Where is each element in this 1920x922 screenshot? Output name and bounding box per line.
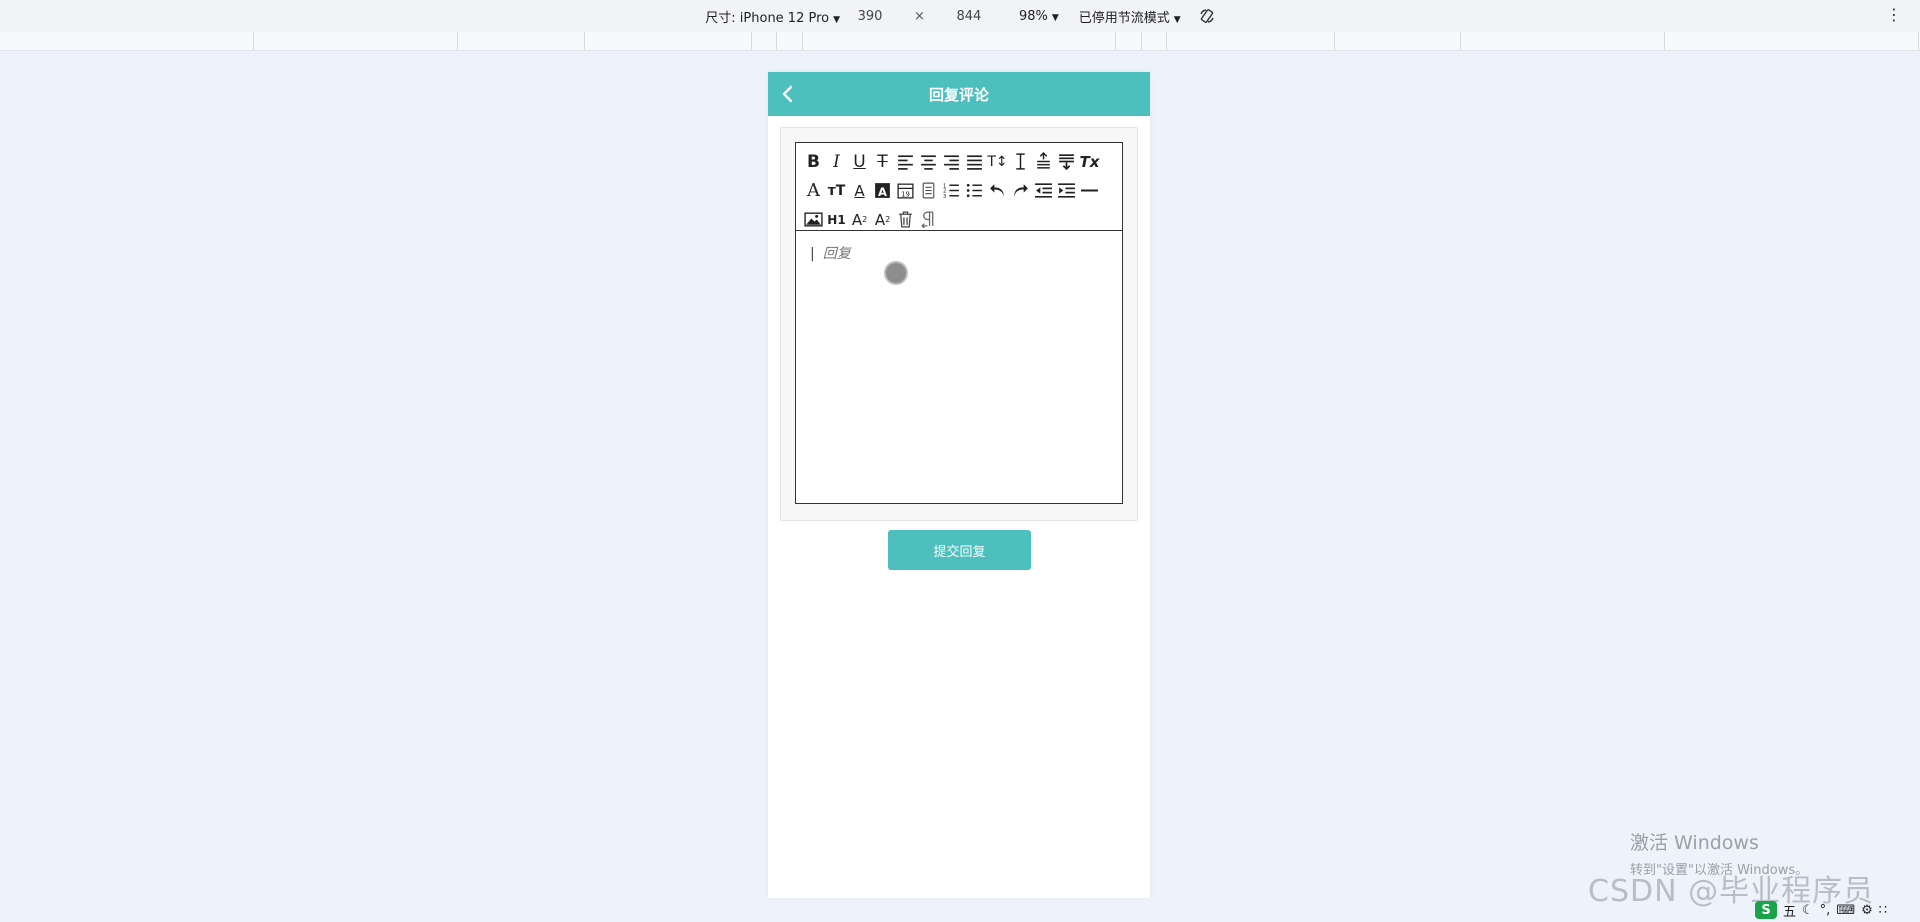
editor-content[interactable]: | 回复 — [796, 231, 1122, 495]
redo-icon[interactable] — [1009, 179, 1032, 203]
keyboard-icon[interactable]: ⌨ — [1836, 903, 1855, 918]
devtools-device-toolbar: 尺寸: iPhone 12 Pro ▼ 390 × 844 98% ▼ 已停用节流模… — [0, 0, 1920, 33]
media-tick — [1166, 32, 1167, 50]
align-center-icon[interactable] — [917, 150, 940, 174]
align-justify-icon[interactable] — [963, 150, 986, 174]
toolbar-row: B I U T T↕ Tx — [802, 147, 1116, 176]
ime-mode[interactable]: 五 — [1783, 901, 1796, 920]
media-tick — [253, 32, 254, 50]
media-tick — [1664, 32, 1665, 50]
subscript-icon[interactable]: A2 — [848, 208, 871, 232]
heading-icon[interactable]: H1 — [825, 208, 848, 232]
media-tick — [1918, 32, 1919, 50]
rich-text-editor: B I U T T↕ Tx A тT A A 19 1 2 3 H1 A 2 A… — [795, 142, 1123, 504]
text-indent-icon[interactable]: T↕ — [986, 150, 1009, 174]
line-height-icon[interactable] — [1009, 150, 1032, 174]
caret-down-icon: ▼ — [1173, 14, 1181, 25]
media-tick — [802, 32, 803, 50]
unordered-list-icon[interactable] — [963, 179, 986, 203]
media-tick — [751, 32, 752, 50]
more-options-icon[interactable]: ⋮ — [1886, 6, 1902, 24]
throttle-label: 已停用节流模式 — [1078, 10, 1170, 26]
svg-text:3: 3 — [943, 194, 946, 200]
ime-logo-icon[interactable]: S — [1755, 901, 1777, 919]
background-color-icon[interactable]: A — [871, 179, 894, 203]
toolbar-row: H1 A2 A2 — [802, 205, 1116, 234]
document-icon[interactable] — [917, 179, 940, 203]
media-query-bar — [0, 32, 1920, 51]
zoom-label: 98% — [1018, 8, 1048, 24]
font-size-icon[interactable]: тT — [825, 179, 848, 203]
trash-icon[interactable] — [894, 208, 917, 232]
editor-placeholder: 回复 — [822, 246, 851, 262]
indent-icon[interactable] — [1055, 179, 1078, 203]
moon-icon[interactable]: ☾ — [1802, 903, 1814, 918]
device-label: 尺寸: iPhone 12 Pro — [705, 10, 830, 26]
ordered-list-icon[interactable]: 123 — [940, 179, 963, 203]
media-tick — [584, 32, 585, 50]
image-icon[interactable] — [802, 208, 825, 232]
media-tick — [1115, 32, 1116, 50]
page-title: 回复评论 — [928, 85, 989, 104]
text-cursor: | — [810, 246, 815, 262]
media-tick — [1334, 32, 1335, 50]
bold-icon[interactable]: B — [802, 150, 825, 174]
media-tick — [1141, 32, 1142, 50]
align-right-icon[interactable] — [940, 150, 963, 174]
undo-icon[interactable] — [986, 179, 1009, 203]
superscript-icon[interactable]: A2 — [871, 208, 894, 232]
device-viewport: 回复评论 B I U T T↕ Tx A тT A A 19 1 2 3 H1 … — [768, 72, 1150, 898]
punctuation-icon[interactable]: °, — [1820, 903, 1831, 918]
settings-icon[interactable]: ⚙ — [1861, 903, 1873, 918]
outdent-icon[interactable] — [1032, 179, 1055, 203]
font-color-icon[interactable]: A — [848, 179, 871, 203]
italic-icon[interactable]: I — [825, 150, 848, 174]
page-header: 回复评论 — [768, 72, 1150, 116]
grid-icon[interactable]: ∷ — [1879, 903, 1887, 918]
caret-down-icon: ▼ — [1051, 12, 1059, 23]
toolbar-row: A тT A A 19 123 — [802, 176, 1116, 205]
paragraph-icon[interactable] — [917, 208, 940, 232]
media-tick — [1460, 32, 1461, 50]
device-select[interactable]: 尺寸: iPhone 12 Pro ▼ — [705, 7, 840, 26]
media-tick — [457, 32, 458, 50]
align-left-icon[interactable] — [894, 150, 917, 174]
touch-pointer — [884, 261, 908, 285]
vertical-align-icon[interactable] — [1055, 150, 1078, 174]
chevron-left-icon[interactable] — [778, 84, 798, 104]
throttle-select[interactable]: 已停用节流模式 ▼ — [1079, 7, 1181, 26]
width-input[interactable]: 390 — [846, 9, 894, 24]
media-tick — [776, 32, 777, 50]
height-input[interactable]: 844 — [945, 9, 993, 24]
editor-toolbar: B I U T T↕ Tx A тT A A 19 1 2 3 H1 A 2 A… — [796, 143, 1122, 231]
strikethrough-icon[interactable]: T — [871, 150, 894, 174]
calendar-icon[interactable]: 19 — [894, 179, 917, 203]
caret-down-icon: ▼ — [833, 14, 841, 25]
svg-text:A: A — [878, 185, 887, 199]
horizontal-rule-icon[interactable] — [1078, 179, 1101, 203]
rotate-icon[interactable] — [1199, 8, 1215, 24]
svg-text:19: 19 — [901, 190, 910, 198]
underline-icon[interactable]: U — [848, 150, 871, 174]
ime-tray: S 五 ☾ °, ⌨ ⚙ ∷ — [1755, 898, 1920, 922]
activation-title: 激活 Windows — [1630, 832, 1759, 854]
editor-card: B I U T T↕ Tx A тT A A 19 1 2 3 H1 A 2 A… — [780, 127, 1138, 521]
clear-format-icon[interactable]: Tx — [1078, 150, 1101, 174]
zoom-select[interactable]: 98% ▼ — [1019, 9, 1059, 24]
times-sign: × — [914, 8, 925, 24]
submit-reply-button[interactable]: 提交回复 — [888, 530, 1031, 570]
spacing-icon[interactable] — [1032, 150, 1055, 174]
font-family-icon[interactable]: A — [802, 179, 825, 203]
